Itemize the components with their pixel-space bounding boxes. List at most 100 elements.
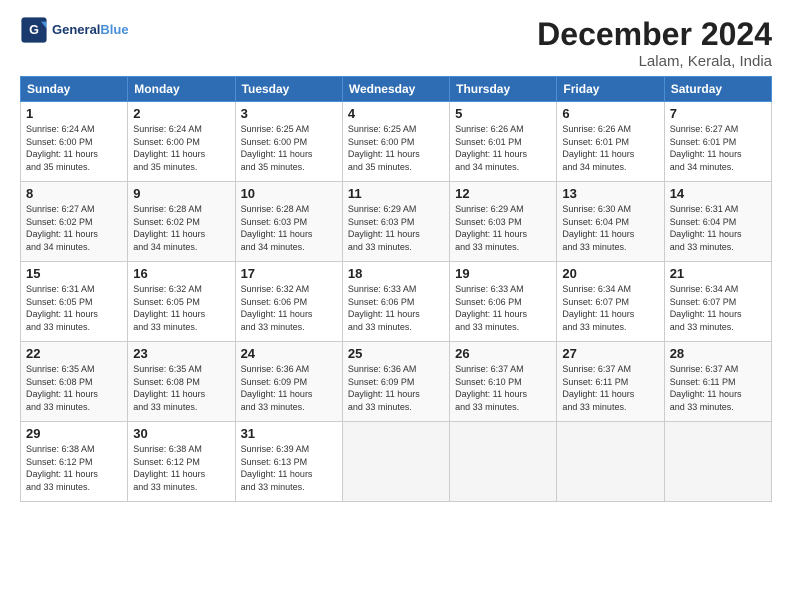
day-cell: 26 Sunrise: 6:37 AM Sunset: 6:10 PM Dayli… xyxy=(450,342,557,422)
day-cell xyxy=(342,422,449,502)
day-detail: Sunrise: 6:27 AM Sunset: 6:02 PM Dayligh… xyxy=(26,203,122,253)
day-cell: 17 Sunrise: 6:32 AM Sunset: 6:06 PM Dayli… xyxy=(235,262,342,342)
day-number: 14 xyxy=(670,186,766,201)
day-cell: 3Sunrise: 6:25 AM Sunset: 6:00 PM Daylig… xyxy=(235,102,342,182)
day-number: 17 xyxy=(241,266,337,281)
logo: G GeneralBlue xyxy=(20,16,129,44)
day-cell: 9Sunrise: 6:28 AM Sunset: 6:02 PM Daylig… xyxy=(128,182,235,262)
day-cell: 28 Sunrise: 6:37 AM Sunset: 6:11 PM Dayli… xyxy=(664,342,771,422)
title-block: December 2024 Lalam, Kerala, India xyxy=(537,16,772,70)
day-cell: 10 Sunrise: 6:28 AM Sunset: 6:03 PM Dayli… xyxy=(235,182,342,262)
day-cell: 7 Sunrise: 6:27 AM Sunset: 6:01 PM Daylig… xyxy=(664,102,771,182)
day-number: 2 xyxy=(133,106,229,121)
day-detail: Sunrise: 6:31 AM Sunset: 6:05 PM Dayligh… xyxy=(26,283,122,333)
day-number: 26 xyxy=(455,346,551,361)
day-number: 4 xyxy=(348,106,444,121)
day-number: 22 xyxy=(26,346,122,361)
day-cell: 25 Sunrise: 6:36 AM Sunset: 6:09 PM Dayli… xyxy=(342,342,449,422)
day-detail: Sunrise: 6:36 AM Sunset: 6:09 PM Dayligh… xyxy=(241,363,337,413)
day-number: 23 xyxy=(133,346,229,361)
day-detail: Sunrise: 6:37 AM Sunset: 6:11 PM Dayligh… xyxy=(670,363,766,413)
day-number: 6 xyxy=(562,106,658,121)
day-number: 8 xyxy=(26,186,122,201)
day-detail: Sunrise: 6:28 AM Sunset: 6:03 PM Dayligh… xyxy=(241,203,337,253)
day-detail: Sunrise: 6:24 AM Sunset: 6:00 PM Dayligh… xyxy=(26,123,122,173)
dow-header-monday: Monday xyxy=(128,77,235,102)
dow-header-wednesday: Wednesday xyxy=(342,77,449,102)
day-detail: Sunrise: 6:30 AM Sunset: 6:04 PM Dayligh… xyxy=(562,203,658,253)
day-cell: 31 Sunrise: 6:39 AM Sunset: 6:13 PM Dayli… xyxy=(235,422,342,502)
day-number: 1 xyxy=(26,106,122,121)
day-number: 7 xyxy=(670,106,766,121)
day-number: 13 xyxy=(562,186,658,201)
day-cell: 16 Sunrise: 6:32 AM Sunset: 6:05 PM Dayli… xyxy=(128,262,235,342)
day-cell xyxy=(557,422,664,502)
day-cell: 24 Sunrise: 6:36 AM Sunset: 6:09 PM Dayli… xyxy=(235,342,342,422)
day-cell: 12 Sunrise: 6:29 AM Sunset: 6:03 PM Dayli… xyxy=(450,182,557,262)
day-number: 30 xyxy=(133,426,229,441)
day-number: 12 xyxy=(455,186,551,201)
day-detail: Sunrise: 6:31 AM Sunset: 6:04 PM Dayligh… xyxy=(670,203,766,253)
day-cell xyxy=(450,422,557,502)
day-number: 5 xyxy=(455,106,551,121)
day-number: 24 xyxy=(241,346,337,361)
month-title: December 2024 xyxy=(537,16,772,53)
day-cell: 5Sunrise: 6:26 AM Sunset: 6:01 PM Daylig… xyxy=(450,102,557,182)
week-row-5: 29Sunrise: 6:38 AM Sunset: 6:12 PM Dayli… xyxy=(21,422,772,502)
day-number: 15 xyxy=(26,266,122,281)
day-number: 9 xyxy=(133,186,229,201)
location: Lalam, Kerala, India xyxy=(537,53,772,70)
day-detail: Sunrise: 6:39 AM Sunset: 6:13 PM Dayligh… xyxy=(241,443,337,493)
day-detail: Sunrise: 6:36 AM Sunset: 6:09 PM Dayligh… xyxy=(348,363,444,413)
dow-header-friday: Friday xyxy=(557,77,664,102)
day-detail: Sunrise: 6:32 AM Sunset: 6:06 PM Dayligh… xyxy=(241,283,337,333)
day-cell: 6Sunrise: 6:26 AM Sunset: 6:01 PM Daylig… xyxy=(557,102,664,182)
dow-header-saturday: Saturday xyxy=(664,77,771,102)
day-detail: Sunrise: 6:35 AM Sunset: 6:08 PM Dayligh… xyxy=(26,363,122,413)
day-cell: 1 Sunrise: 6:24 AM Sunset: 6:00 PM Daylig… xyxy=(21,102,128,182)
day-cell: 19Sunrise: 6:33 AM Sunset: 6:06 PM Dayli… xyxy=(450,262,557,342)
day-cell: 22 Sunrise: 6:35 AM Sunset: 6:08 PM Dayli… xyxy=(21,342,128,422)
day-detail: Sunrise: 6:38 AM Sunset: 6:12 PM Dayligh… xyxy=(26,443,122,493)
day-detail: Sunrise: 6:35 AM Sunset: 6:08 PM Dayligh… xyxy=(133,363,229,413)
day-detail: Sunrise: 6:24 AM Sunset: 6:00 PM Dayligh… xyxy=(133,123,229,173)
day-cell: 2 Sunrise: 6:24 AM Sunset: 6:00 PM Daylig… xyxy=(128,102,235,182)
logo-text: GeneralBlue xyxy=(52,23,129,37)
header: G GeneralBlue December 2024 Lalam, Keral… xyxy=(20,16,772,70)
logo-icon: G xyxy=(20,16,48,44)
day-number: 28 xyxy=(670,346,766,361)
day-cell: 18 Sunrise: 6:33 AM Sunset: 6:06 PM Dayli… xyxy=(342,262,449,342)
week-row-3: 15 Sunrise: 6:31 AM Sunset: 6:05 PM Dayli… xyxy=(21,262,772,342)
day-detail: Sunrise: 6:33 AM Sunset: 6:06 PM Dayligh… xyxy=(348,283,444,333)
day-cell: 11Sunrise: 6:29 AM Sunset: 6:03 PM Dayli… xyxy=(342,182,449,262)
day-detail: Sunrise: 6:27 AM Sunset: 6:01 PM Dayligh… xyxy=(670,123,766,173)
day-number: 21 xyxy=(670,266,766,281)
day-number: 3 xyxy=(241,106,337,121)
day-cell: 15 Sunrise: 6:31 AM Sunset: 6:05 PM Dayli… xyxy=(21,262,128,342)
week-row-1: 1 Sunrise: 6:24 AM Sunset: 6:00 PM Daylig… xyxy=(21,102,772,182)
day-cell: 27 Sunrise: 6:37 AM Sunset: 6:11 PM Dayli… xyxy=(557,342,664,422)
day-cell xyxy=(664,422,771,502)
day-number: 27 xyxy=(562,346,658,361)
day-number: 19 xyxy=(455,266,551,281)
day-detail: Sunrise: 6:32 AM Sunset: 6:05 PM Dayligh… xyxy=(133,283,229,333)
day-number: 31 xyxy=(241,426,337,441)
dow-header-sunday: Sunday xyxy=(21,77,128,102)
day-detail: Sunrise: 6:29 AM Sunset: 6:03 PM Dayligh… xyxy=(455,203,551,253)
calendar: SundayMondayTuesdayWednesdayThursdayFrid… xyxy=(20,76,772,502)
day-cell: 4Sunrise: 6:25 AM Sunset: 6:00 PM Daylig… xyxy=(342,102,449,182)
day-number: 18 xyxy=(348,266,444,281)
week-row-4: 22 Sunrise: 6:35 AM Sunset: 6:08 PM Dayli… xyxy=(21,342,772,422)
day-number: 20 xyxy=(562,266,658,281)
day-number: 16 xyxy=(133,266,229,281)
day-cell: 14 Sunrise: 6:31 AM Sunset: 6:04 PM Dayli… xyxy=(664,182,771,262)
day-detail: Sunrise: 6:37 AM Sunset: 6:10 PM Dayligh… xyxy=(455,363,551,413)
day-number: 25 xyxy=(348,346,444,361)
dow-header-thursday: Thursday xyxy=(450,77,557,102)
day-cell: 13 Sunrise: 6:30 AM Sunset: 6:04 PM Dayli… xyxy=(557,182,664,262)
day-cell: 8 Sunrise: 6:27 AM Sunset: 6:02 PM Daylig… xyxy=(21,182,128,262)
dow-header-tuesday: Tuesday xyxy=(235,77,342,102)
day-number: 10 xyxy=(241,186,337,201)
day-detail: Sunrise: 6:37 AM Sunset: 6:11 PM Dayligh… xyxy=(562,363,658,413)
day-cell: 20Sunrise: 6:34 AM Sunset: 6:07 PM Dayli… xyxy=(557,262,664,342)
